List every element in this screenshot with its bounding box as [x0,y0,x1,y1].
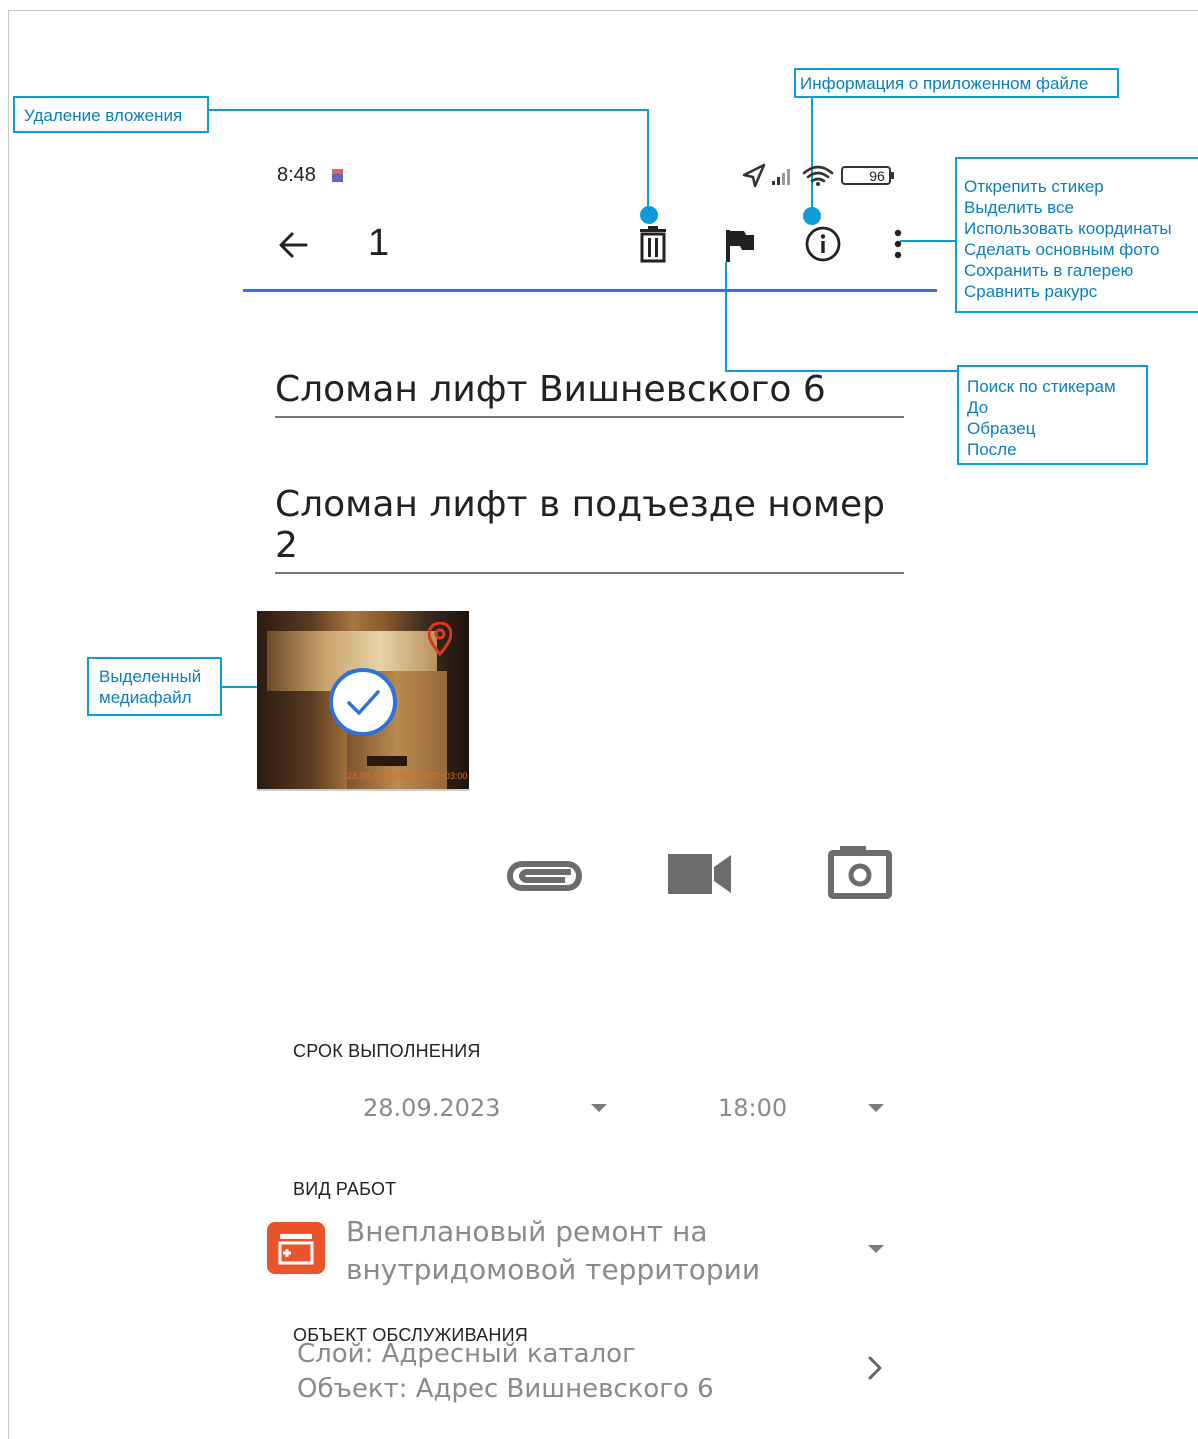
service-object-value-line: Объект: Адрес Вишневского 6 [297,1374,714,1404]
callout-sticker-item: До [967,398,989,417]
callout-menu: Открепить стикер Выделить все Использова… [955,157,1198,313]
back-arrow-icon[interactable] [276,228,310,262]
delete-icon[interactable] [637,225,669,263]
deadline-date-dropdown-icon[interactable] [591,1104,607,1112]
callout-stickers-line-v [725,262,727,372]
callout-menu-item: Сравнить ракурс [964,282,1098,301]
info-icon[interactable] [803,224,843,264]
toolbar-underline [243,289,937,292]
more-vert-icon[interactable] [891,228,905,262]
callout-sticker-item: Образец [967,419,1036,438]
status-time: 8:48 [277,164,316,186]
attach-icon[interactable] [505,850,585,898]
deadline-label: СРОК ВЫПОЛНЕНИЯ [293,1041,481,1061]
callout-info-line [811,98,813,210]
thumbnail-underline [257,789,469,791]
work-type-label: ВИД РАБОТ [293,1179,397,1199]
callout-menu-item: Сохранить в галерею [964,261,1134,280]
callout-selected-line: Выделенный [99,667,202,686]
callout-sticker-item: После [967,440,1017,459]
flag-icon[interactable] [724,228,756,264]
callout-delete-dot [640,206,658,224]
photo-camera-icon[interactable] [828,845,892,899]
service-object-value[interactable]: Слой: Адресный каталог Объект: Адрес Виш… [297,1337,714,1407]
frame-border-left [8,10,9,1439]
video-camera-icon[interactable] [667,853,733,895]
callout-info-text: Информация о приложенном файле [800,74,1089,93]
callout-menu-line [900,240,955,242]
selected-count: 1 [368,222,390,264]
callout-info-dot [803,207,821,225]
callout-menu-item: Использовать координаты [964,219,1172,238]
location-arrow-icon [742,163,766,188]
location-pin-icon [428,622,452,656]
callout-menu-item: Сделать основным фото [964,240,1160,259]
callout-delete: Удаление вложения [13,96,209,133]
callout-selected-media: Выделенный медиафайл [87,657,222,716]
battery-level: 96 [869,168,885,184]
wifi-icon [802,165,834,183]
description-field[interactable]: Сломан лифт в подъезде номер 2 [275,484,904,574]
work-type-value-line: Внеплановый ремонт на [346,1215,708,1248]
work-type-dropdown-icon[interactable] [868,1245,884,1253]
callout-delete-line-h [209,109,649,111]
work-type-value-line: внутридомовой территории [346,1253,761,1286]
thumbnail-timestamp: 28.09.2023 08:46 GMT+03:00 [347,771,468,781]
app-notification-icon [332,169,343,182]
deadline-date-value[interactable]: 28.09.2023 [363,1094,500,1122]
chevron-right-icon[interactable] [866,1355,884,1381]
thumbnail-slot [367,756,407,766]
signal-icon [772,169,790,185]
callout-delete-line-v [647,109,649,209]
deadline-time-value[interactable]: 18:00 [718,1094,787,1122]
callout-sticker-item: Поиск по стикерам [967,377,1116,396]
callout-selected-line: медиафайл [99,688,192,707]
service-object-value-line: Слой: Адресный каталог [297,1339,636,1369]
callout-menu-item: Выделить все [964,198,1074,217]
work-type-icon [267,1222,325,1274]
callout-delete-text: Удаление вложения [24,106,183,125]
callout-info: Информация о приложенном файле [794,68,1119,98]
deadline-time-dropdown-icon[interactable] [868,1104,884,1112]
frame-border-top [8,10,1198,11]
work-type-value[interactable]: Внеплановый ремонт на внутридомовой терр… [346,1213,760,1289]
callout-menu-item: Открепить стикер [964,177,1104,196]
title-field[interactable]: Сломан лифт Вишневского 6 [275,369,904,418]
selected-check-icon [329,668,397,736]
callout-stickers: Поиск по стикерам До Образец После [957,365,1148,465]
